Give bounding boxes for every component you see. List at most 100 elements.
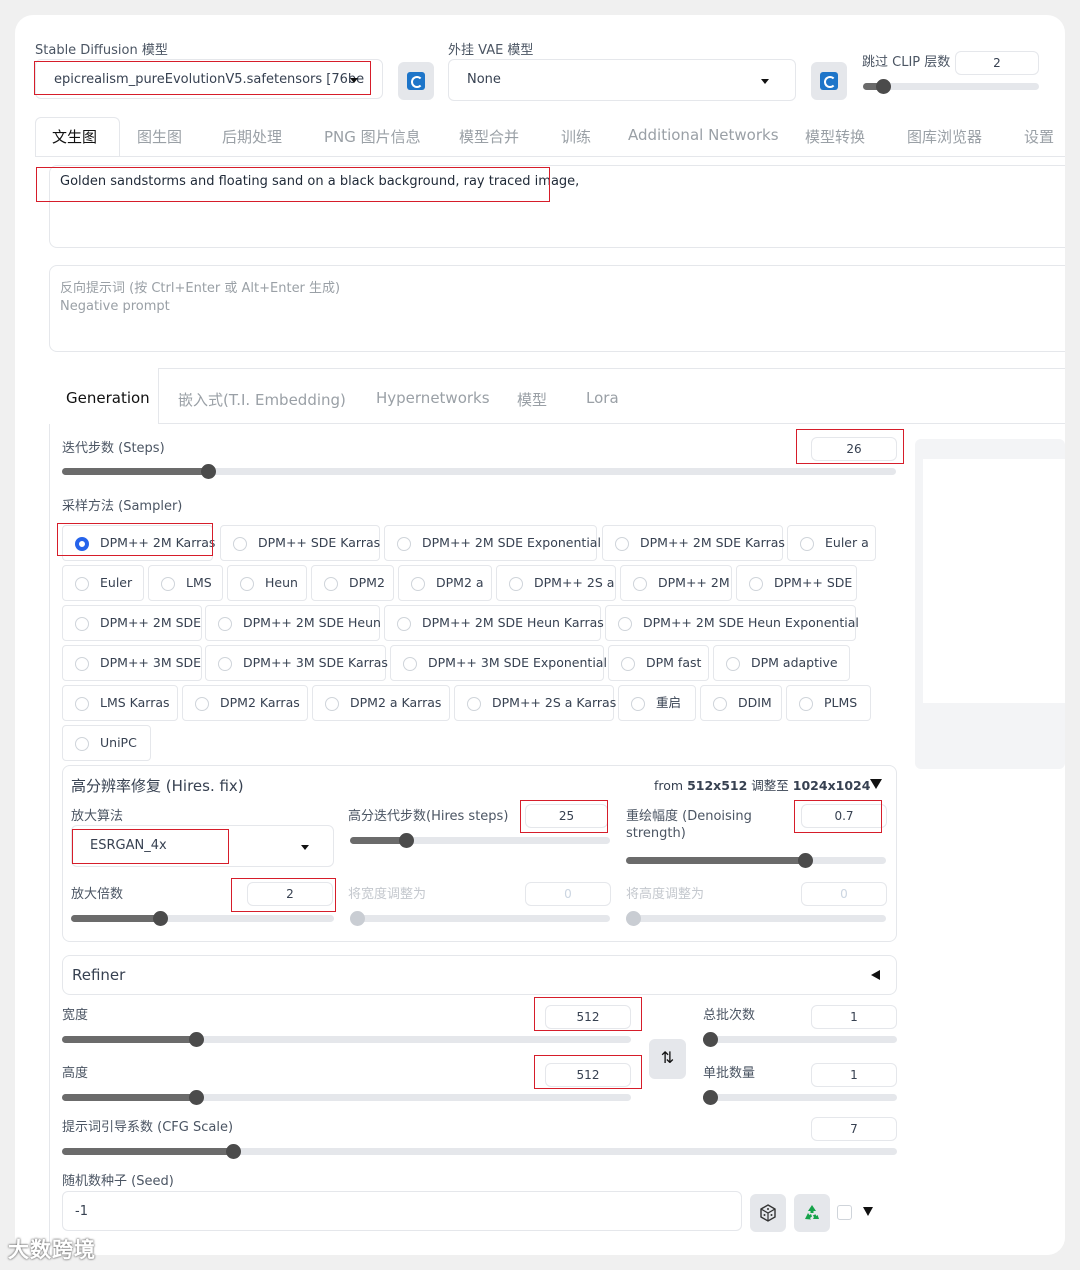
sampler-option[interactable]: DPM++ 2S a Karras — [454, 685, 616, 721]
sampler-option[interactable]: DPM++ 3M SDE — [62, 645, 202, 681]
slider-handle[interactable] — [189, 1090, 204, 1105]
sampler-option[interactable]: DPM++ 2S a — [496, 565, 616, 601]
hires-steps-slider[interactable] — [350, 833, 610, 848]
slider-handle[interactable] — [153, 911, 168, 926]
sampler-option[interactable]: DPM++ 2M SDE Exponential — [384, 525, 601, 561]
radio-button-icon[interactable] — [324, 577, 338, 591]
tab-extras[interactable]: 后期处理 — [222, 126, 282, 147]
sampler-option[interactable]: DDIM — [700, 685, 782, 721]
sampler-option[interactable]: LMS Karras — [62, 685, 178, 721]
radio-button-icon[interactable] — [233, 537, 247, 551]
sampler-option[interactable]: DPM2 a — [398, 565, 492, 601]
seed-input[interactable]: -1 — [62, 1191, 742, 1231]
radio-button-icon[interactable] — [633, 577, 647, 591]
radio-button-icon[interactable] — [615, 537, 629, 551]
height-input[interactable]: 512 — [545, 1063, 631, 1087]
radio-button-icon[interactable] — [75, 617, 89, 631]
radio-button-icon[interactable] — [218, 617, 232, 631]
sampler-option[interactable]: DPM++ SDE Karras — [220, 525, 380, 561]
expand-triangle-icon[interactable] — [863, 1207, 873, 1216]
sampler-option[interactable]: LMS — [148, 565, 223, 601]
refresh-vae-button[interactable] — [811, 62, 847, 100]
sampler-option[interactable]: DPM++ 3M SDE Exponential — [390, 645, 607, 681]
batch-size-slider[interactable] — [703, 1090, 897, 1105]
cfg-slider[interactable] — [62, 1144, 897, 1159]
cfg-input[interactable]: 7 — [811, 1117, 897, 1141]
radio-button-icon[interactable] — [618, 617, 632, 631]
subtab-models[interactable]: 模型 — [517, 389, 547, 410]
radio-button-icon[interactable] — [75, 697, 89, 711]
radio-button-icon[interactable] — [800, 537, 814, 551]
resize-width-input[interactable]: 0 — [525, 882, 611, 906]
radio-button-icon[interactable] — [195, 697, 209, 711]
random-seed-button[interactable] — [750, 1194, 786, 1232]
sampler-option[interactable]: DPM++ 2M SDE Heun — [205, 605, 381, 641]
radio-button-icon[interactable] — [713, 697, 727, 711]
sampler-option[interactable]: DPM fast — [608, 645, 709, 681]
sampler-option[interactable]: DPM++ 2M SDE — [62, 605, 202, 641]
reuse-seed-button[interactable] — [794, 1194, 830, 1232]
sampler-option[interactable]: PLMS — [786, 685, 871, 721]
denoise-input[interactable]: 0.7 — [801, 804, 887, 828]
sampler-option[interactable]: DPM2 — [311, 565, 394, 601]
sampler-option[interactable]: Heun — [227, 565, 307, 601]
vae-dropdown[interactable]: None — [448, 59, 796, 101]
slider-handle[interactable] — [703, 1090, 718, 1105]
resize-height-input[interactable]: 0 — [801, 882, 887, 906]
radio-button-icon[interactable] — [799, 697, 813, 711]
sampler-option[interactable]: UniPC — [62, 725, 151, 761]
batch-count-input[interactable]: 1 — [811, 1005, 897, 1029]
sampler-option[interactable]: 重启 — [618, 685, 696, 721]
slider-handle[interactable] — [201, 464, 216, 479]
sampler-option[interactable]: DPM adaptive — [713, 645, 850, 681]
prompt-textarea[interactable]: Golden sandstorms and floating sand on a… — [49, 165, 1065, 248]
sd-model-dropdown[interactable]: epicrealism_pureEvolutionV5.safetensors … — [35, 59, 383, 99]
sampler-option[interactable]: DPM++ 2M SDE Heun Exponential — [605, 605, 859, 641]
sampler-option[interactable]: DPM++ 2M Karras — [62, 525, 215, 561]
sampler-option[interactable]: DPM2 Karras — [182, 685, 308, 721]
radio-button-icon[interactable] — [75, 577, 89, 591]
collapse-triangle-icon[interactable] — [870, 779, 882, 789]
sampler-option[interactable]: DPM2 a Karras — [312, 685, 450, 721]
sampler-option[interactable]: DPM++ 2M SDE Karras — [602, 525, 785, 561]
width-input[interactable]: 512 — [545, 1005, 631, 1029]
sampler-option[interactable]: DPM++ 3M SDE Karras — [205, 645, 388, 681]
batch-size-input[interactable]: 1 — [811, 1063, 897, 1087]
resize-height-slider[interactable] — [626, 911, 886, 926]
negative-prompt-textarea[interactable]: 反向提示词 (按 Ctrl+Enter 或 Alt+Enter 生成) Nega… — [49, 265, 1065, 352]
steps-slider[interactable] — [62, 464, 896, 479]
slider-handle[interactable] — [703, 1032, 718, 1047]
clip-input[interactable]: 2 — [955, 51, 1039, 75]
radio-button-icon[interactable] — [749, 577, 763, 591]
radio-button-icon[interactable] — [397, 617, 411, 631]
slider-handle[interactable] — [876, 79, 891, 94]
tab-txt2img[interactable]: 文生图 — [52, 126, 97, 147]
radio-button-icon[interactable] — [75, 537, 89, 551]
resize-width-slider[interactable] — [350, 911, 610, 926]
tab-settings[interactable]: 设置 — [1024, 126, 1054, 147]
slider-handle[interactable] — [399, 833, 414, 848]
tab-train[interactable]: 训练 — [561, 126, 591, 147]
hires-steps-input[interactable]: 25 — [525, 804, 608, 828]
steps-input[interactable]: 26 — [811, 437, 897, 461]
radio-button-icon[interactable] — [631, 697, 645, 711]
swap-dimensions-button[interactable]: ⇅ — [649, 1039, 686, 1079]
slider-handle[interactable] — [798, 853, 813, 868]
tab-png-info[interactable]: PNG 图片信息 — [324, 126, 421, 147]
radio-button-icon[interactable] — [726, 657, 740, 671]
expand-triangle-icon[interactable] — [871, 970, 880, 980]
slider-handle[interactable] — [350, 911, 365, 926]
refiner-panel[interactable]: Refiner — [62, 955, 897, 995]
subtab-generation[interactable]: Generation — [66, 389, 150, 407]
radio-button-icon[interactable] — [467, 697, 481, 711]
subtab-lora[interactable]: Lora — [586, 389, 619, 407]
denoise-slider[interactable] — [626, 853, 886, 868]
sampler-option[interactable]: DPM++ 2M — [620, 565, 732, 601]
sampler-option[interactable]: Euler — [62, 565, 144, 601]
radio-button-icon[interactable] — [509, 577, 523, 591]
tab-checkpoint-merger[interactable]: 模型合并 — [459, 126, 519, 147]
radio-button-icon[interactable] — [75, 737, 89, 751]
slider-handle[interactable] — [226, 1144, 241, 1159]
tab-additional-networks[interactable]: Additional Networks — [628, 126, 779, 144]
upscaler-dropdown[interactable]: ESRGAN_4x — [71, 825, 334, 867]
